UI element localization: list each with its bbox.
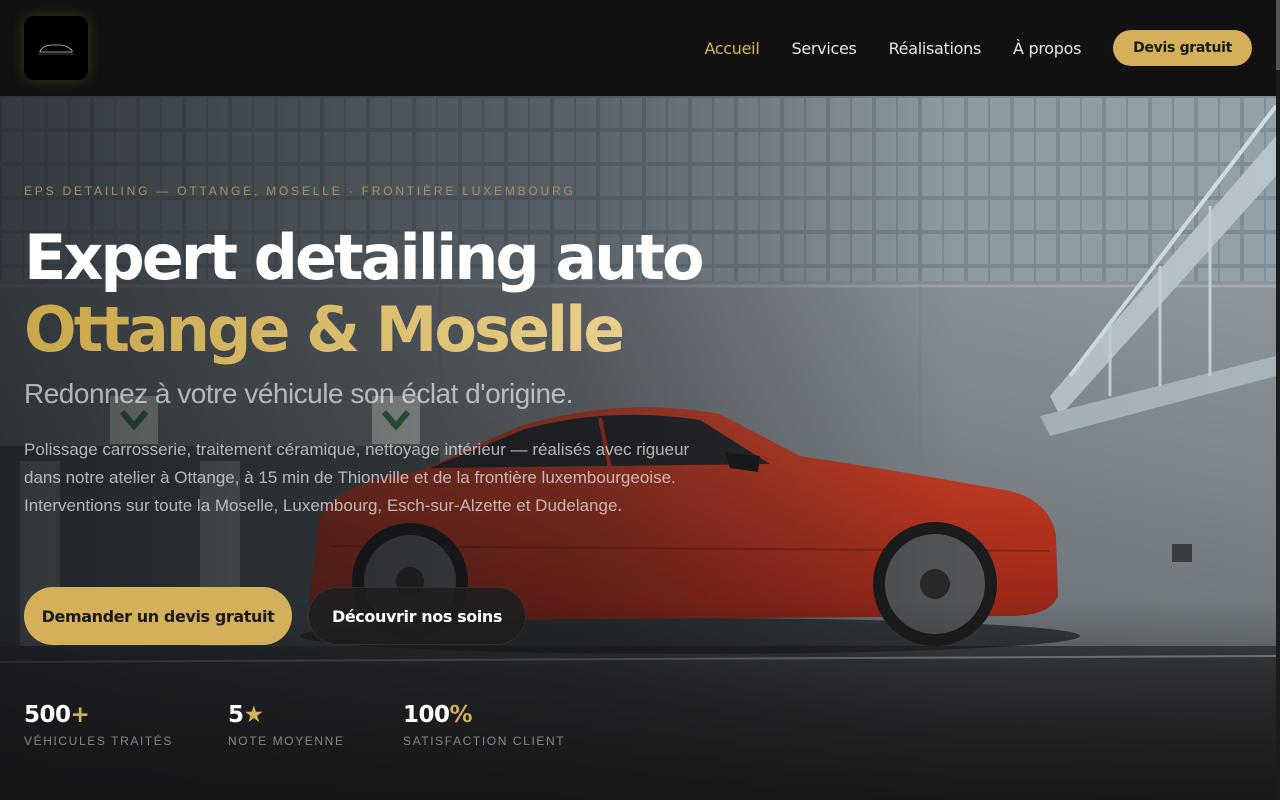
stat-label: Note moyenne bbox=[228, 734, 345, 748]
hero-description: Polissage carrosserie, traitement cérami… bbox=[24, 436, 724, 520]
demander-devis-button[interactable]: Demander un devis gratuit bbox=[24, 587, 292, 645]
logo[interactable] bbox=[24, 16, 88, 80]
stat-label: Satisfaction client bbox=[403, 734, 566, 748]
hero-description-paragraph: Polissage carrosserie, traitement cérami… bbox=[24, 440, 690, 487]
stat-note: 5★ Note moyenne bbox=[228, 702, 345, 748]
scrollbar[interactable] bbox=[1276, 0, 1280, 800]
devis-gratuit-button[interactable]: Devis gratuit bbox=[1113, 30, 1252, 66]
decouvrir-soins-button[interactable]: Découvrir nos soins bbox=[308, 587, 526, 645]
stat-satisfaction: 100% Satisfaction client bbox=[403, 702, 565, 748]
stat-label: Véhicules traités bbox=[24, 734, 174, 748]
star-icon: ★ bbox=[243, 702, 265, 728]
nav-accueil[interactable]: Accueil bbox=[704, 39, 759, 58]
hero-title: Expert detailing auto bbox=[24, 221, 705, 294]
scrollbar-thumb[interactable] bbox=[1276, 0, 1280, 70]
hero-description-paragraph: Interventions sur toute la Moselle, Luxe… bbox=[24, 496, 623, 515]
site-header: Accueil Services Réalisations À propos D… bbox=[0, 0, 1280, 96]
main-nav: Accueil Services Réalisations À propos D… bbox=[704, 30, 1252, 66]
stat-vehicules: 500+ Véhicules traités bbox=[24, 702, 173, 748]
hero-title-accent: Ottange & Moselle bbox=[24, 293, 625, 366]
nav-realisations[interactable]: Réalisations bbox=[889, 39, 982, 58]
stat-value: 100% bbox=[403, 702, 473, 728]
stat-value: 500+ bbox=[24, 702, 90, 728]
stat-value: 5★ bbox=[228, 702, 265, 728]
hero-section: EPS DETAILING — OTTANGE, MOSELLE · FRONT… bbox=[0, 96, 1276, 800]
nav-a-propos[interactable]: À propos bbox=[1013, 39, 1081, 58]
nav-services[interactable]: Services bbox=[791, 39, 856, 58]
hero-subtitle: Redonnez à votre véhicule son éclat d'or… bbox=[24, 378, 573, 409]
hero-eyebrow: EPS DETAILING — OTTANGE, MOSELLE · FRONT… bbox=[24, 184, 576, 198]
car-logo-icon bbox=[38, 44, 74, 55]
